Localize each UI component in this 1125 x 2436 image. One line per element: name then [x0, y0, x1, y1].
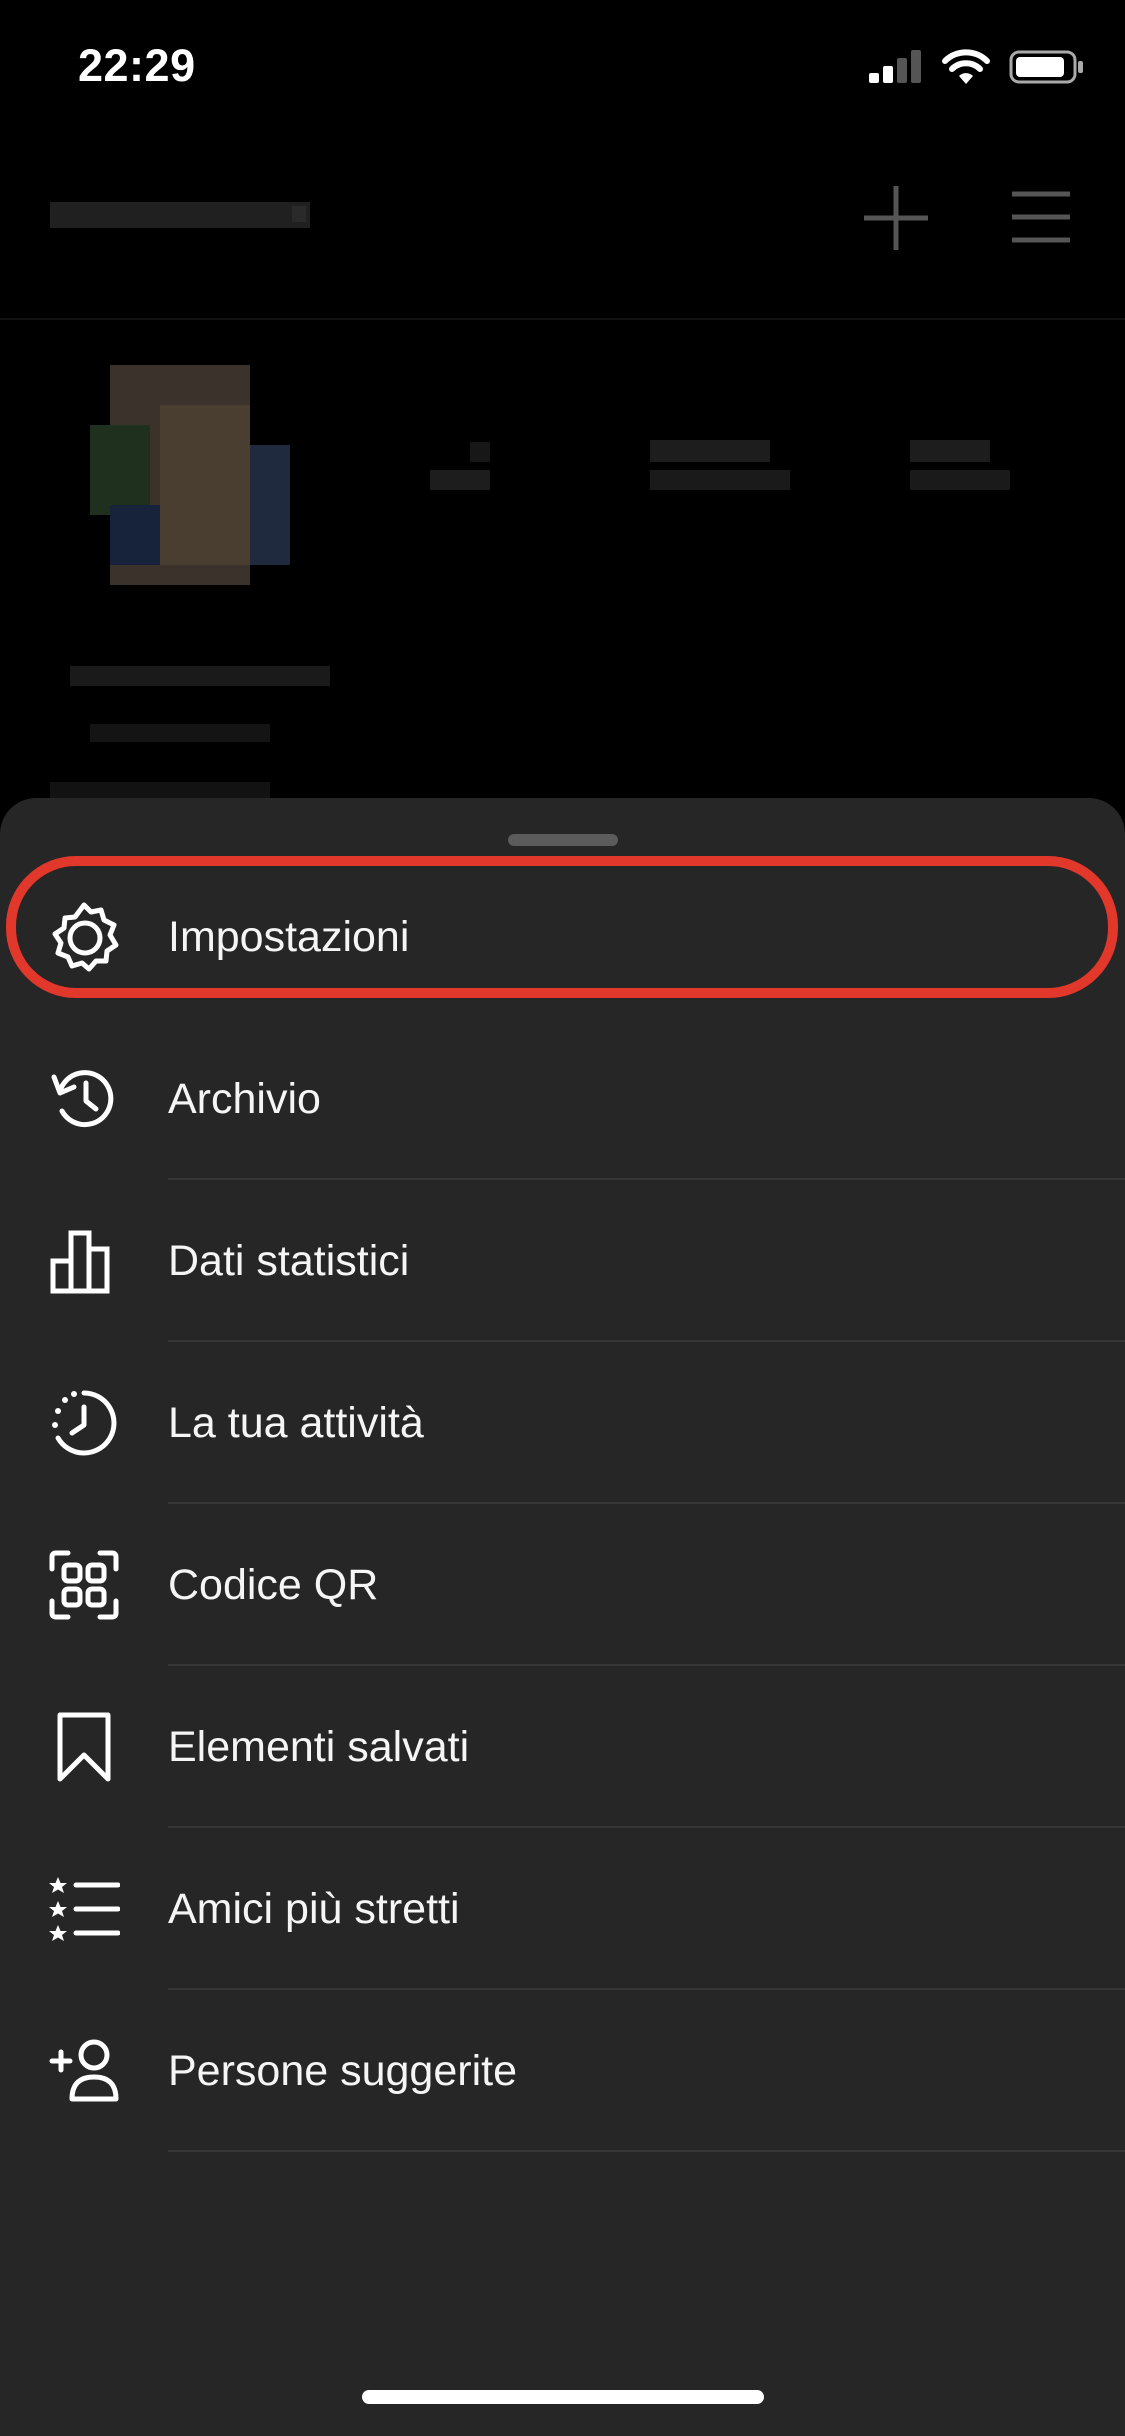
menu-item-persone-suggerite[interactable]: Persone suggerite [0, 1990, 1125, 2152]
status-icons [867, 48, 1085, 86]
avatar[interactable] [50, 345, 310, 605]
username-dropdown-obscured [292, 206, 306, 222]
followers-label-obscured [650, 470, 790, 490]
bio-line-obscured [50, 782, 270, 798]
close-friends-list-icon [48, 1873, 120, 1945]
status-time: 22:29 [78, 40, 196, 91]
menu-item-label: La tua attività [168, 1398, 424, 1447]
menu-item-impostazioni[interactable]: Impostazioni [0, 856, 1125, 1018]
posts-label-obscured [470, 442, 490, 462]
menu-divider [168, 2150, 1125, 2152]
archive-history-icon [48, 1063, 120, 1135]
menu-item-label: Archivio [168, 1074, 321, 1123]
menu-item-label: Codice QR [168, 1560, 379, 1609]
sheet-grabber[interactable] [508, 834, 618, 846]
battery-icon [1009, 50, 1083, 84]
your-activity-clock-icon [48, 1387, 120, 1459]
wifi-icon [942, 49, 990, 84]
settings-gear-icon [48, 901, 120, 973]
menu-item-elementi-salvati[interactable]: Elementi salvati [0, 1666, 1125, 1828]
home-indicator [362, 2390, 764, 2404]
menu-item-la-tua-attivita[interactable]: La tua attività [0, 1342, 1125, 1504]
plus-icon[interactable] [862, 184, 930, 252]
options-menu: Impostazioni Archivio Dati statistici La… [0, 856, 1125, 2152]
menu-item-codice-qr[interactable]: Codice QR [0, 1504, 1125, 1666]
bio-line-obscured [90, 724, 270, 742]
header-divider [0, 318, 1125, 320]
menu-item-amici-piu-stretti[interactable]: Amici più stretti [0, 1828, 1125, 1990]
following-label-obscured [910, 470, 1010, 490]
insights-bar-chart-icon [48, 1225, 120, 1297]
options-bottom-sheet: Impostazioni Archivio Dati statistici La… [0, 798, 1125, 2436]
hamburger-menu-icon[interactable] [1010, 190, 1072, 244]
cellular-signal-icon [869, 50, 921, 83]
menu-item-label: Elementi salvati [168, 1722, 470, 1771]
menu-item-dati-statistici[interactable]: Dati statistici [0, 1180, 1125, 1342]
qr-code-icon [48, 1549, 120, 1621]
menu-item-label: Persone suggerite [168, 2046, 517, 2095]
menu-item-label: Amici più stretti [168, 1884, 460, 1933]
bio-line-obscured [70, 666, 330, 686]
followers-count-obscured [650, 440, 770, 462]
menu-item-label: Impostazioni [168, 912, 410, 961]
following-count-obscured [910, 440, 990, 462]
profile-background [0, 140, 1125, 800]
username-obscured [50, 202, 310, 228]
bookmark-icon [48, 1711, 120, 1783]
status-bar: 22:29 [0, 0, 1125, 140]
menu-item-label: Dati statistici [168, 1236, 410, 1285]
menu-item-archivio[interactable]: Archivio [0, 1018, 1125, 1180]
posts-count-obscured [430, 470, 490, 490]
add-person-icon [48, 2035, 120, 2107]
